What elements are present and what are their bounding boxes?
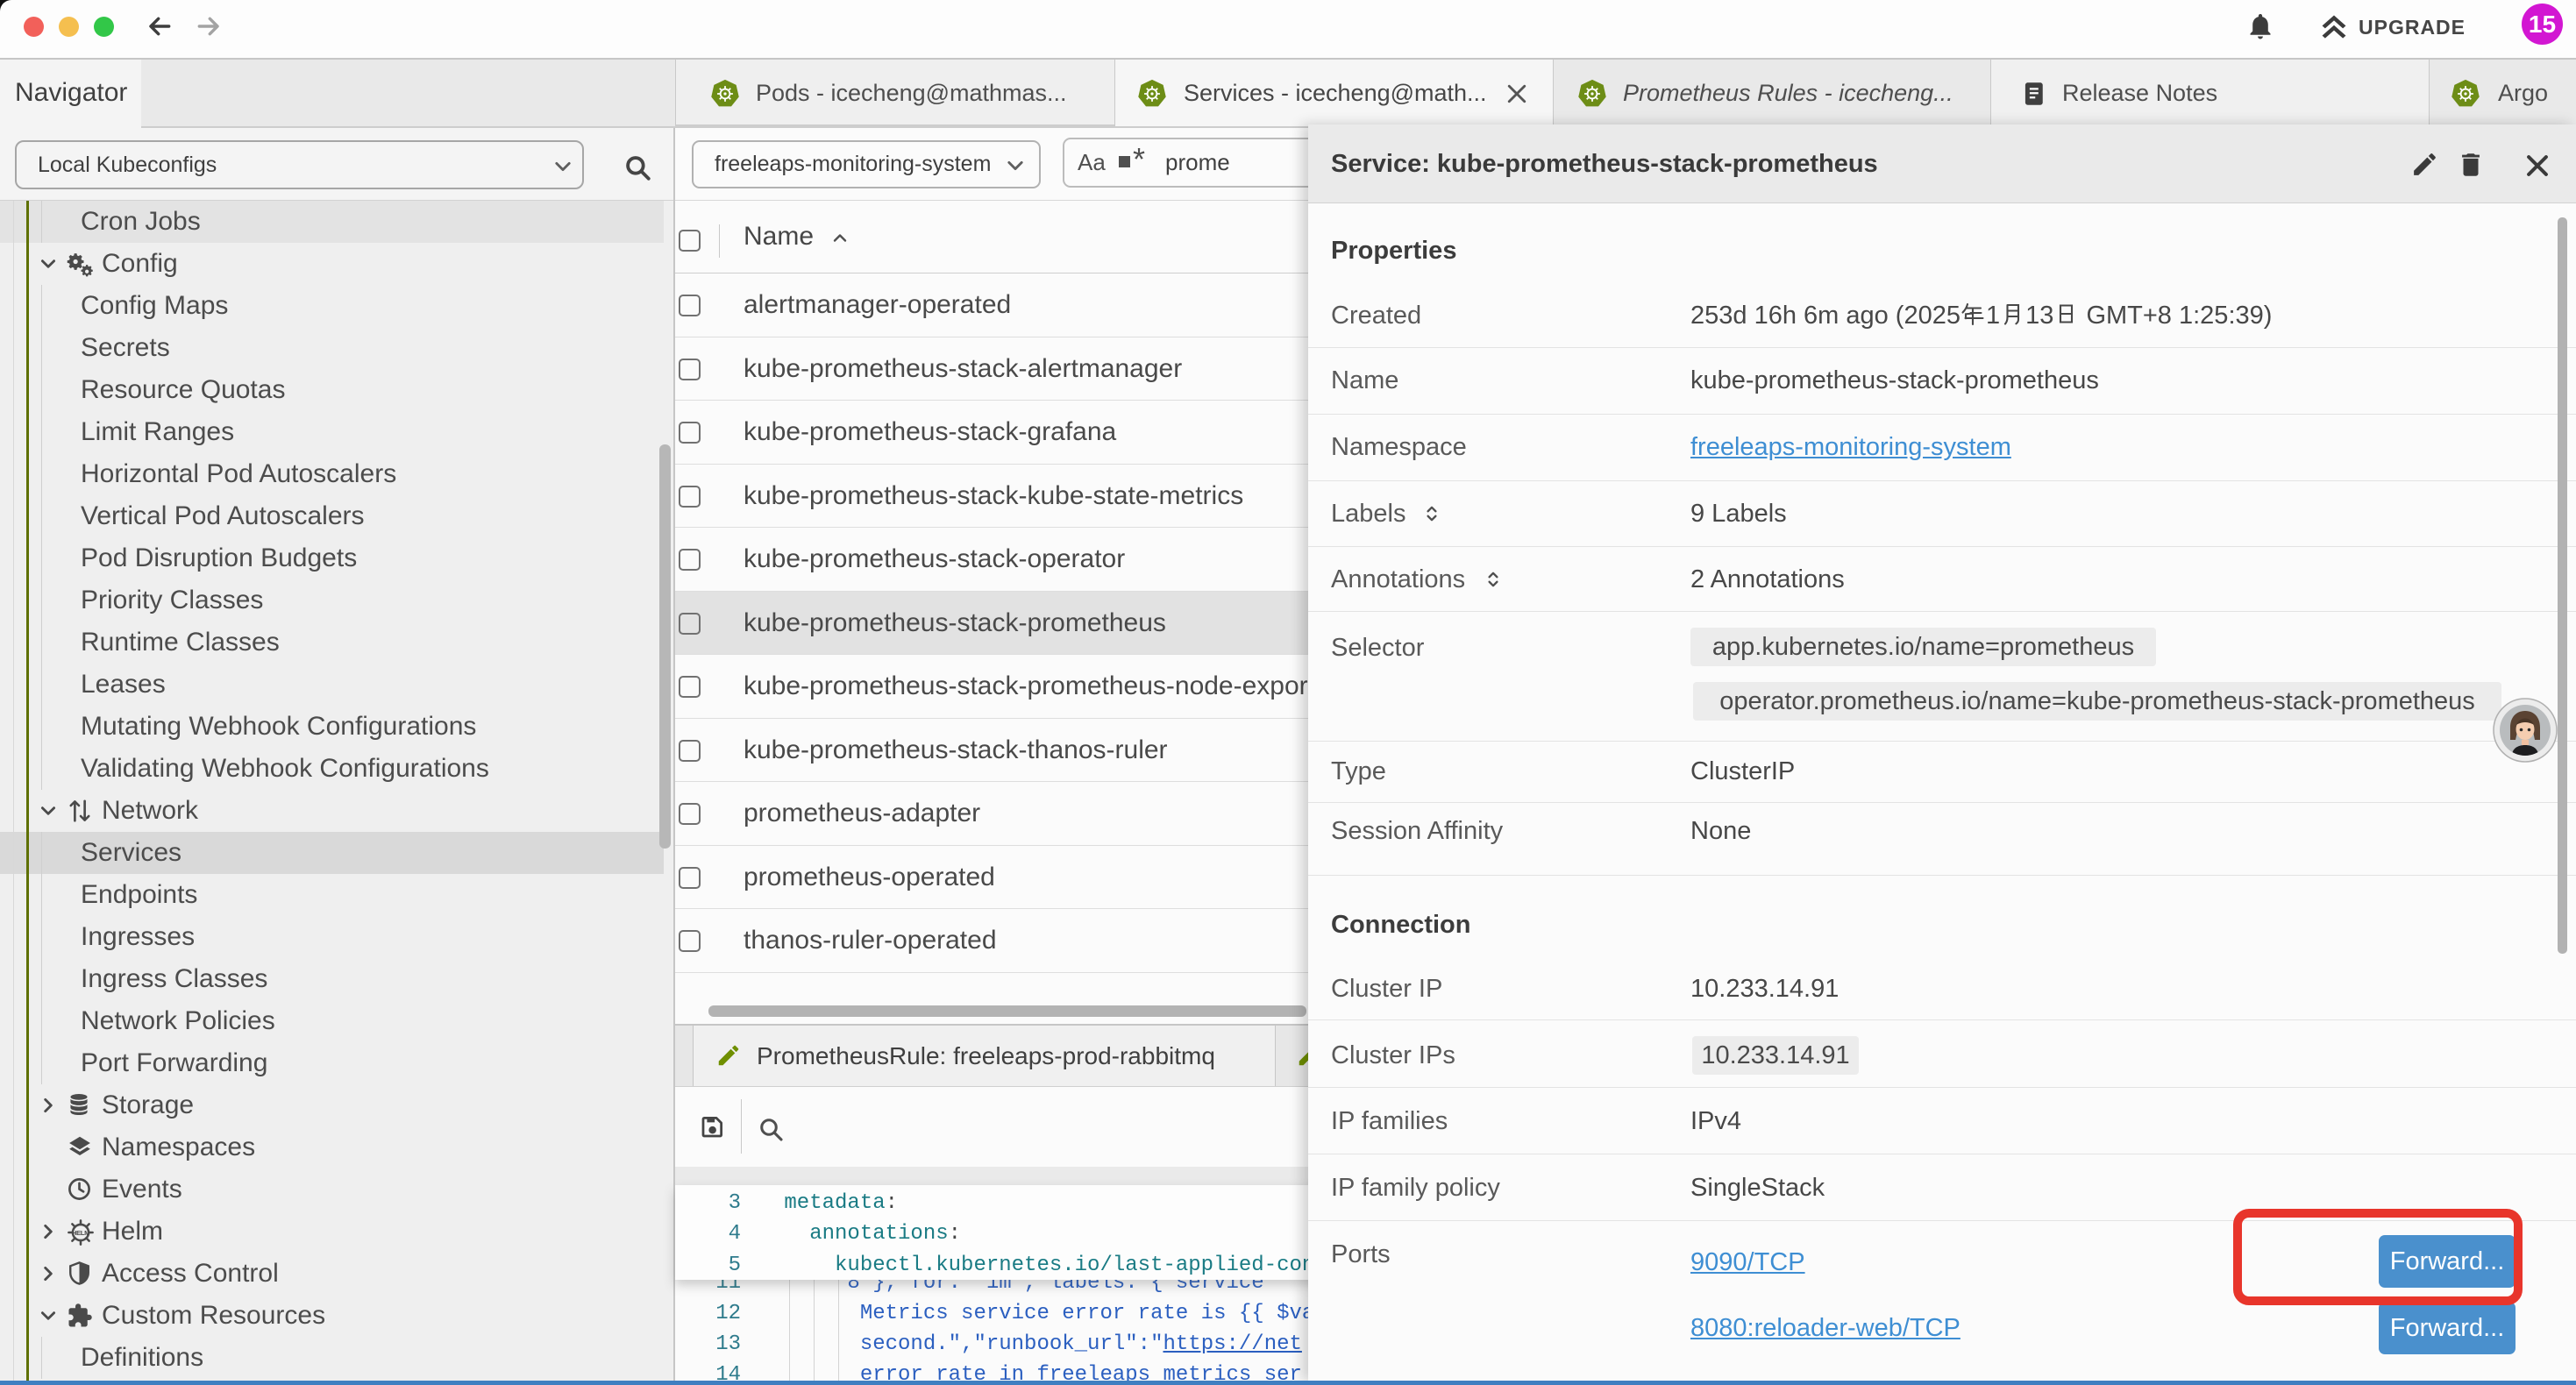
svg-text:HELM: HELM <box>72 1229 89 1237</box>
